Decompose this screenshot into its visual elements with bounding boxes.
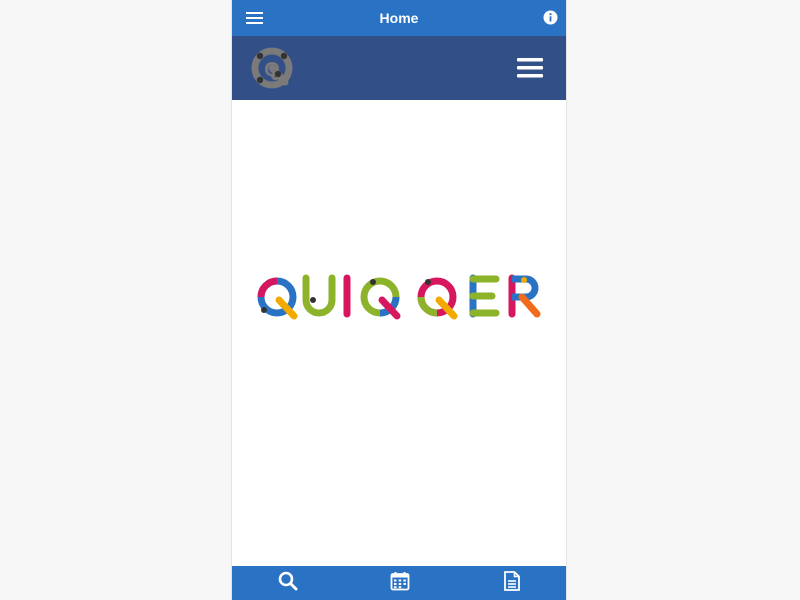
calendar-tab[interactable] <box>344 566 456 600</box>
search-icon <box>278 571 298 596</box>
info-icon[interactable] <box>543 10 558 25</box>
page-title: Home <box>379 10 419 26</box>
calendar-icon <box>390 571 410 596</box>
wordmark-letter-q1 <box>257 277 298 320</box>
wordmark-letter-r <box>508 274 541 318</box>
wordmark-letter-e <box>469 274 500 318</box>
quiqqer-logo-icon[interactable]: Q <box>248 44 298 94</box>
top-bar: Home <box>232 0 566 36</box>
app-window: Home Q <box>231 0 567 600</box>
search-tab[interactable] <box>232 566 344 600</box>
quiqqer-wordmark-logo <box>256 270 546 326</box>
svg-text:Q: Q <box>264 59 280 81</box>
wordmark-letter-u <box>302 274 336 317</box>
site-header: Q <box>232 36 566 100</box>
document-tab[interactable] <box>456 566 566 600</box>
document-icon <box>503 570 521 596</box>
wordmark-letter-q3 <box>417 277 458 320</box>
bottom-nav <box>232 566 566 600</box>
main-content <box>232 100 566 564</box>
site-nav-menu-icon[interactable] <box>516 56 544 80</box>
wordmark-letter-q2 <box>360 277 401 320</box>
